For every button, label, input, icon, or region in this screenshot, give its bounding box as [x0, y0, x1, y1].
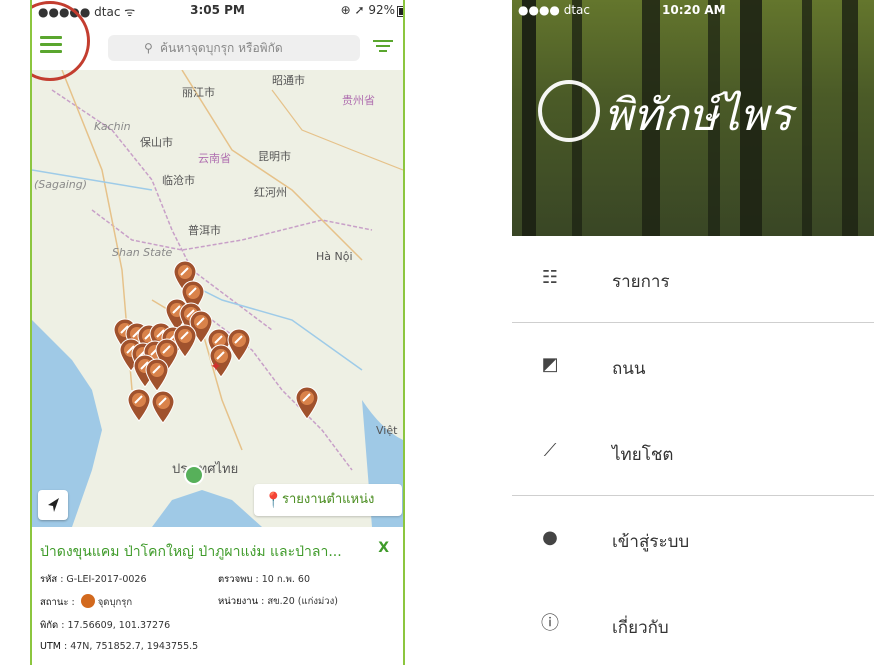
incident-coordinates: พิกัด : 17.56609, 101.37276 — [40, 620, 171, 631]
current-target-icon: ✦ — [210, 359, 222, 375]
menu-item-satellite[interactable]: ⟋ ไทยโชต — [512, 409, 874, 495]
map-label: 红河州 — [254, 186, 287, 199]
incident-utm: UTM : 47N, 751852.7, 1943755.5 — [40, 641, 199, 652]
search-icon: ⚲ — [144, 41, 153, 55]
forest-banner: ●●●● dtac 10:20 AM พิทักษ์ไพร — [512, 0, 874, 236]
menu-item-label: เข้าสู่ระบบ — [612, 532, 690, 552]
locate-me-button[interactable] — [38, 490, 68, 520]
map-label: 昭通市 — [272, 74, 305, 87]
list-icon: ☷ — [541, 267, 559, 288]
app-logo-text: พิทักษ์ไพร — [604, 90, 793, 141]
filter-icon[interactable] — [373, 40, 393, 54]
map-label: ประเทศไทย — [172, 462, 239, 477]
search-input[interactable]: ⚲ ค้นหาจุดบุกรุก หรือพิกัด — [108, 35, 360, 61]
map-view[interactable]: 昭通市 丽江市 Kachin 贵州省 保山市 云南省 昆明市 (Sagaing)… — [32, 70, 403, 527]
user-location-dot — [184, 465, 204, 485]
status-bar: ●●●● dtac 10:20 AM — [512, 0, 874, 20]
incident-code: รหัส : G-LEI-2017-0026 — [40, 574, 147, 585]
map-label: Việt — [376, 424, 398, 437]
incident-info-panel: ป่าดงขุนแคม ป่าโคกใหญ่ ป่าภูผาแง่ม และป่… — [32, 527, 403, 665]
map-label: 昆明市 — [258, 150, 291, 163]
map-icon: ◩ — [541, 354, 559, 375]
map-label: 临沧市 — [162, 174, 195, 187]
map-label: Shan State — [112, 246, 173, 259]
menu-item-list[interactable]: ☷ รายการ — [512, 236, 874, 322]
menu-item-label: ไทยโชต — [612, 445, 674, 465]
map-label: 保山市 — [140, 136, 173, 149]
incident-found-date: ตรวจพบ : 10 ก.พ. 60 — [218, 574, 310, 585]
satellite-icon: ⟋ — [543, 440, 557, 461]
incident-title[interactable]: ป่าดงขุนแคม ป่าโคกใหญ่ ป่าภูผาแง่ม และป่… — [40, 541, 370, 563]
report-location-label: รายงานตำแหน่ง — [282, 492, 375, 507]
incident-status: สถานะ : จุดบุกรุก — [40, 594, 132, 610]
menu-item-label: เกี่ยวกับ — [612, 618, 669, 638]
incident-unit: หน่วยงาน : สข.20 (แก่งม่วง) — [218, 596, 338, 607]
add-pin-icon: 📍 — [264, 491, 283, 509]
menu-screen: ●●●● dtac 10:20 AM พิทักษ์ไพร ☷ รายการ ◩… — [512, 0, 874, 665]
encroachment-pin[interactable] — [126, 388, 152, 422]
side-menu: ☷ รายการ ◩ ถนน ⟋ ไทยโชต ● เข้าสู่ระบบ ⓘ … — [512, 236, 874, 665]
app-logo-icon — [538, 80, 600, 142]
map-label: (Sagaing) — [34, 178, 88, 191]
map-label: 丽江市 — [182, 86, 215, 99]
menu-item-login[interactable]: ● เข้าสู่ระบบ — [512, 496, 874, 582]
map-label: 普洱市 — [188, 224, 221, 237]
menu-item-about[interactable]: ⓘ เกี่ยวกับ — [512, 582, 874, 665]
info-icon: ⓘ — [541, 613, 559, 634]
status-time: 10:20 AM — [662, 3, 726, 17]
encroachment-pin[interactable] — [144, 358, 170, 392]
encroach-icon — [80, 594, 95, 608]
map-label: Hà Nội — [316, 250, 353, 263]
carrier-signal: ●●●● dtac — [518, 3, 590, 17]
encroachment-pin[interactable] — [150, 390, 176, 424]
encroachment-pin[interactable] — [294, 386, 320, 420]
battery-indicator: ⊕ ➚ 92% — [340, 3, 403, 17]
report-location-button[interactable]: 📍 รายงานตำแหน่ง — [254, 484, 402, 516]
map-label: 云南省 — [198, 152, 231, 165]
menu-item-label: รายการ — [612, 272, 670, 292]
menu-item-road[interactable]: ◩ ถนน — [512, 323, 874, 409]
close-button[interactable]: X — [378, 540, 389, 556]
map-label: 贵州省 — [342, 94, 375, 107]
search-placeholder: ค้นหาจุดบุกรุก หรือพิกัด — [160, 41, 283, 55]
menu-item-label: ถนน — [612, 359, 646, 379]
battery-text: ⊕ ➚ 92% — [340, 3, 395, 17]
battery-icon — [397, 6, 403, 17]
map-label: Kachin — [94, 120, 131, 133]
status-bar: ●●●●● dtac ᯤ 3:05 PM ⊕ ➚ 92% — [32, 0, 403, 20]
user-icon: ● — [542, 527, 558, 548]
navigation-arrow-icon — [48, 498, 59, 512]
map-screen: ●●●●● dtac ᯤ 3:05 PM ⊕ ➚ 92% ⚲ ค้นหาจุดบ… — [30, 0, 405, 665]
